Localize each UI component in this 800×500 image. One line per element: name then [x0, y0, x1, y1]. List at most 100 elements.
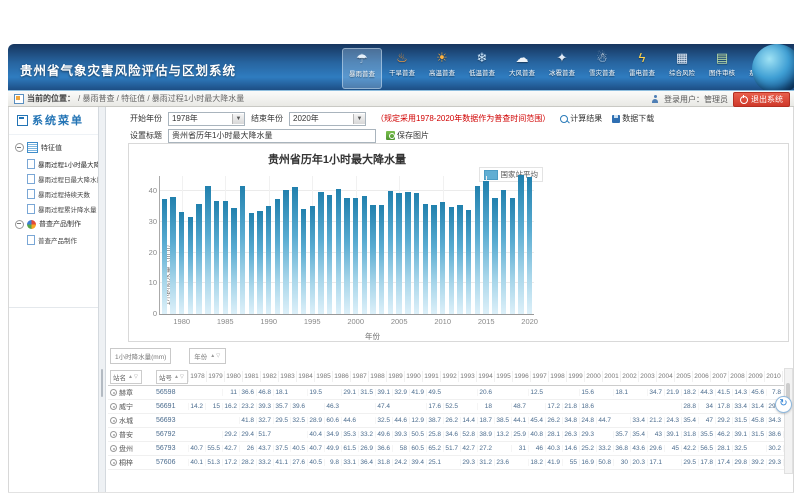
year-column-header[interactable]: 1998 [548, 371, 566, 382]
nav-item-snow[interactable]: ☃雪灾普查 [582, 48, 622, 87]
value-cell: 37.5 [273, 445, 290, 452]
year-column-header[interactable]: 1985 [314, 371, 332, 382]
nav-item-risk[interactable]: ▦综合风险 [662, 48, 702, 87]
year-column-header[interactable]: 2004 [656, 371, 674, 382]
year-column-header[interactable]: 2010 [764, 371, 782, 382]
station-id-header[interactable]: 站号 ▲▽ [156, 370, 188, 384]
nav-item-high-temp[interactable]: ☀高温普查 [422, 48, 462, 87]
row-radio[interactable] [110, 459, 117, 466]
tree-group-label: 普查产品制作 [39, 219, 81, 229]
collapse-icon[interactable] [15, 220, 24, 229]
row-radio[interactable] [110, 445, 117, 452]
nav-item-low-temp[interactable]: ❄低温普查 [462, 48, 502, 87]
value-cell: 36.6 [375, 445, 392, 452]
year-column-header[interactable]: 1992 [440, 371, 458, 382]
nav-item-rainstorm[interactable]: ☂暴雨普查 [342, 48, 382, 89]
refresh-button[interactable]: ↻ [775, 396, 792, 413]
year-column-header[interactable]: 2009 [746, 371, 764, 382]
bar-1996 [318, 192, 323, 314]
lightning-icon: ϟ [639, 49, 646, 66]
bar-2004 [388, 191, 393, 314]
year-column-header[interactable]: 2002 [620, 371, 638, 382]
year-column-header[interactable]: 1993 [458, 371, 476, 382]
value-cell: 33.2 [256, 459, 273, 466]
data-download-button[interactable]: 数据下载 [612, 113, 654, 124]
value-cell: 35.4 [630, 431, 647, 438]
value-cell: 29.3 [460, 459, 477, 466]
year-column-header[interactable]: 1984 [296, 371, 314, 382]
year-column-header[interactable]: 1988 [368, 371, 386, 382]
station-name-header-cell: 站名 ▲▽ [108, 370, 156, 384]
save-image-button[interactable]: 保存图片 [386, 130, 429, 141]
document-icon [27, 235, 35, 245]
sidebar-item-1-0[interactable]: 普查产品制作 [13, 232, 98, 247]
station-name-header[interactable]: 站名 ▲▽ [110, 370, 142, 384]
collapse-icon[interactable] [15, 143, 24, 152]
year-column-header[interactable]: 2000 [584, 371, 602, 382]
year-sort-box[interactable]: 年份 ▲▽ [189, 348, 226, 364]
year-column-header[interactable]: 2005 [674, 371, 692, 382]
year-column-header[interactable]: 1986 [332, 371, 350, 382]
value-cell: 45 [664, 445, 681, 452]
year-column-header[interactable]: 1990 [404, 371, 422, 382]
calc-result-button[interactable]: 计算结果 [560, 113, 602, 124]
sidebar-splitter[interactable] [98, 107, 106, 492]
year-column-header[interactable]: 1999 [566, 371, 584, 382]
station-id-header-label: 站号 [159, 372, 172, 382]
year-column-header[interactable]: 1980 [224, 371, 242, 382]
year-column-header[interactable]: 1979 [206, 371, 224, 382]
year-column-header[interactable]: 1989 [386, 371, 404, 382]
calculator-icon: ▦ [676, 49, 688, 66]
year-column-header[interactable]: 1997 [530, 371, 548, 382]
field-filter-box[interactable]: 1小时降水量(mm) [110, 348, 171, 364]
tree-group-header[interactable]: 特征值 [13, 139, 98, 156]
value-cell: 24.3 [664, 417, 681, 424]
year-column-header[interactable]: 2008 [728, 371, 746, 382]
sidebar-item-0-0[interactable]: 暴雨过程1小时最大降水量 [13, 156, 98, 171]
year-column-header[interactable]: 1978 [188, 371, 206, 382]
end-year-select[interactable]: 2020年 ▼ [289, 112, 366, 126]
splitter-handle[interactable] [101, 369, 103, 397]
nav-item-wind[interactable]: ☁大风普查 [502, 48, 542, 87]
value-cell: 45.4 [528, 417, 545, 424]
row-radio[interactable] [110, 403, 117, 410]
nav-item-drought[interactable]: ♨干旱普查 [382, 48, 422, 87]
start-year-select[interactable]: 1978年 ▼ [168, 112, 245, 126]
sidebar-item-0-2[interactable]: 暴雨过程持续天数 [13, 186, 98, 201]
year-column-header[interactable]: 1982 [260, 371, 278, 382]
value-cell: 28.9 [307, 417, 324, 424]
bar-1984 [214, 201, 219, 314]
value-cell: 18.7 [477, 417, 494, 424]
year-column-header[interactable]: 1994 [476, 371, 494, 382]
value-cell: 25.2 [579, 445, 596, 452]
table-scrollbar[interactable] [784, 368, 793, 474]
nav-item-map-review[interactable]: ▤图件审核 [702, 48, 742, 87]
tree-group-header[interactable]: 普查产品制作 [13, 216, 98, 232]
chart-title-input[interactable] [168, 129, 376, 143]
x-tick-label: 1985 [213, 317, 237, 326]
sidebar-item-0-1[interactable]: 暴雨过程日最大降水量 [13, 171, 98, 186]
row-radio[interactable] [110, 389, 117, 396]
value-cell: 17.6 [426, 403, 443, 410]
row-radio[interactable] [110, 431, 117, 438]
bar-1983 [205, 186, 210, 314]
year-column-header[interactable]: 1995 [494, 371, 512, 382]
sidebar-item-0-3[interactable]: 暴雨过程累计降水量 [13, 201, 98, 216]
year-column-header[interactable]: 1983 [278, 371, 296, 382]
logout-button[interactable]: 退出系统 [733, 92, 790, 107]
document-icon [27, 174, 35, 184]
year-column-header[interactable]: 1991 [422, 371, 440, 382]
year-column-header[interactable]: 2007 [710, 371, 728, 382]
year-column-header[interactable]: 1981 [242, 371, 260, 382]
nav-item-hail[interactable]: ✦冰雹普查 [542, 48, 582, 87]
year-column-header[interactable]: 2006 [692, 371, 710, 382]
year-column-header[interactable]: 1996 [512, 371, 530, 382]
year-column-header[interactable]: 2003 [638, 371, 656, 382]
end-year-label: 结束年份 [251, 113, 283, 124]
row-radio[interactable] [110, 417, 117, 424]
start-year-value: 1978年 [172, 113, 198, 124]
nav-item-lightning[interactable]: ϟ雷电普查 [622, 48, 662, 87]
value-cell: 27.2 [477, 445, 494, 452]
year-column-header[interactable]: 1987 [350, 371, 368, 382]
year-column-header[interactable]: 2001 [602, 371, 620, 382]
